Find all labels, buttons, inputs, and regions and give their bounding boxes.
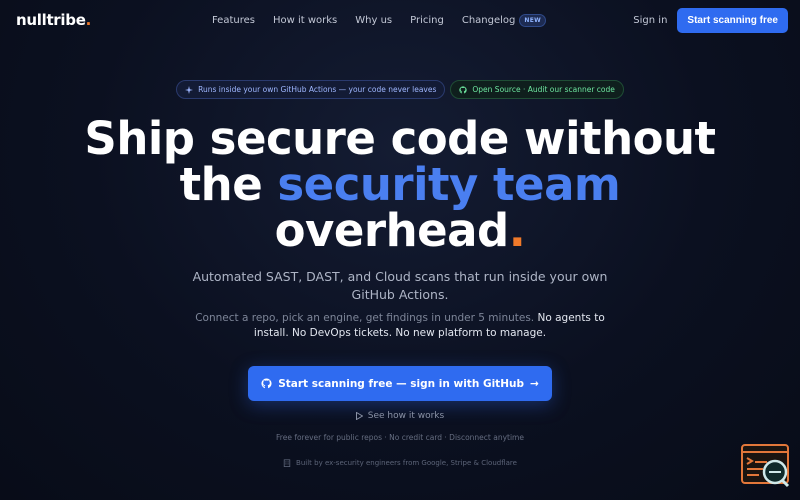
open-source-pill[interactable]: Open Source · Audit our scanner code [450, 80, 624, 99]
hero-description: Connect a repo, pick an engine, get find… [195, 311, 605, 341]
github-actions-pill-text: Runs inside your own GitHub Actions — yo… [198, 85, 437, 94]
announcement-pills: Runs inside your own GitHub Actions — yo… [0, 80, 800, 99]
description-muted: Connect a repo, pick an engine, get find… [195, 312, 538, 324]
nav-link-pricing[interactable]: Pricing [410, 15, 444, 26]
nav-link-changelog[interactable]: Changelog NEW [461, 13, 547, 27]
nav-actions: Sign in Start scanning free [633, 7, 788, 33]
scanner-widget-button[interactable] [741, 444, 791, 488]
headline-line-3: overhead [274, 204, 510, 257]
play-icon [355, 412, 363, 420]
sign-in-link[interactable]: Sign in [633, 15, 667, 26]
hero-subhead: Automated SAST, DAST, and Cloud scans th… [192, 269, 608, 302]
nav-link-how-it-works[interactable]: How it works [273, 15, 337, 26]
building-icon [283, 459, 291, 467]
logo-dot: . [85, 11, 92, 29]
github-actions-pill[interactable]: Runs inside your own GitHub Actions — yo… [176, 80, 446, 99]
start-scanning-github-button[interactable]: Start scanning free — sign in with GitHu… [248, 366, 552, 401]
new-badge: NEW [519, 13, 547, 27]
fine-print: Free forever for public repos · No credi… [276, 433, 524, 442]
changelog-label: Changelog [461, 14, 516, 26]
sparkle-icon [185, 85, 194, 94]
headline-line-2-plain: the [179, 158, 278, 211]
hero-headline: Ship secure code without the security te… [0, 116, 800, 254]
logo-text: nulltribe [16, 11, 86, 29]
built-by-text: Built by ex-security engineers from Goog… [296, 459, 517, 467]
github-icon [459, 85, 468, 93]
arrow-right-icon: → [529, 377, 539, 390]
logo[interactable]: nulltribe. [16, 11, 91, 29]
nav-link-why-us[interactable]: Why us [355, 15, 392, 26]
headline-dot: . [508, 204, 526, 257]
scanner-terminal-icon [741, 444, 790, 488]
start-scanning-nav-button[interactable]: Start scanning free [677, 7, 788, 33]
cta-label: Start scanning free — sign in with GitHu… [278, 377, 524, 390]
nav-link-features[interactable]: Features [212, 15, 255, 26]
open-source-pill-text: Open Source · Audit our scanner code [472, 85, 615, 94]
see-how-label: See how it works [367, 411, 445, 421]
see-how-it-works-link[interactable]: See how it works [0, 411, 800, 421]
built-by-note: Built by ex-security engineers from Goog… [0, 459, 800, 467]
nav-links: Features How it works Why us Pricing Cha… [212, 13, 547, 27]
top-nav: nulltribe. Features How it works Why us … [0, 0, 800, 40]
github-icon [261, 378, 272, 389]
